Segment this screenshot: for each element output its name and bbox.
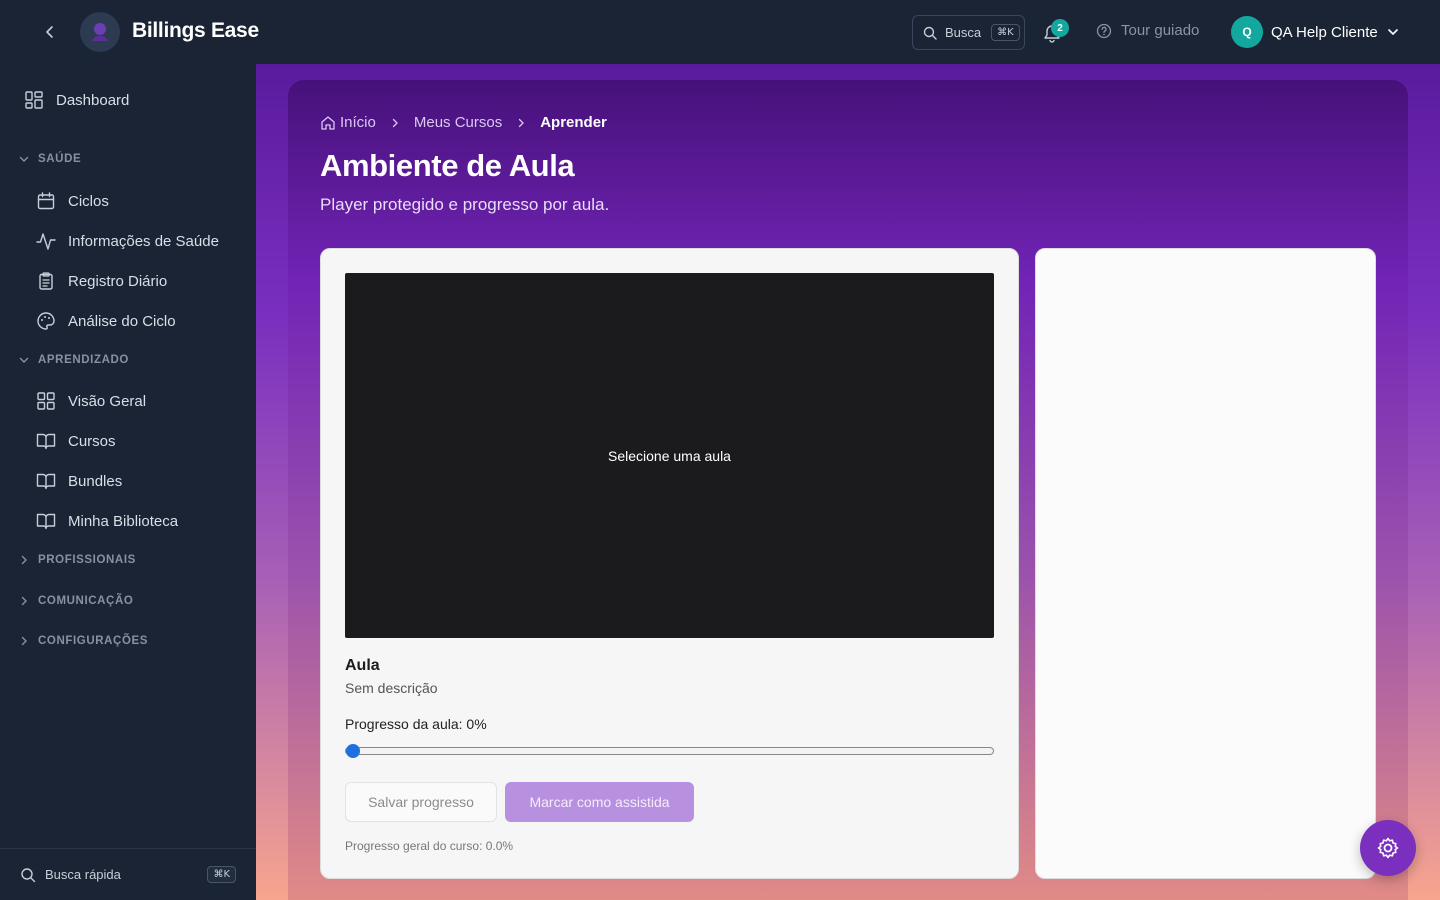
grid-icon bbox=[37, 392, 55, 410]
user-name: QA Help Cliente bbox=[1271, 23, 1378, 41]
book-open-icon bbox=[36, 433, 56, 450]
slider-thumb[interactable] bbox=[346, 744, 360, 758]
gear-icon bbox=[1377, 837, 1399, 859]
sidebar-item-label: Dashboard bbox=[56, 91, 130, 109]
sidebar-item-label: Minha Biblioteca bbox=[68, 512, 179, 530]
help-circle-icon bbox=[1096, 23, 1112, 38]
chevron-down-icon bbox=[19, 357, 29, 363]
chevron-right-icon bbox=[21, 555, 27, 565]
back-button[interactable] bbox=[38, 20, 62, 44]
sidebar-item-label: Ciclos bbox=[68, 192, 109, 210]
search-shortcut: ⌘K bbox=[991, 24, 1020, 41]
sidebar-item-minha-biblioteca[interactable]: Minha Biblioteca bbox=[36, 511, 178, 531]
top-bar: Billings Ease Busca ⌘K 2 Tour guiado Q Q… bbox=[0, 0, 1440, 64]
chevron-right-icon bbox=[389, 117, 401, 129]
course-progress-text: Progresso geral do curso: 0.0% bbox=[345, 839, 514, 853]
book-open-icon bbox=[36, 473, 56, 490]
page-subtitle: Player protegido e progresso por aula. bbox=[320, 195, 610, 214]
search-button[interactable]: Busca ⌘K bbox=[912, 15, 1025, 50]
chevron-down-icon bbox=[19, 156, 29, 162]
avatar: Q bbox=[1231, 16, 1263, 48]
sidebar-item-ciclos[interactable]: Ciclos bbox=[36, 191, 109, 211]
sidebar-item-visao-geral[interactable]: Visão Geral bbox=[36, 391, 146, 411]
search-label: Busca bbox=[945, 25, 982, 40]
search-icon bbox=[923, 26, 937, 40]
quick-search-button[interactable]: Busca rápida ⌘K bbox=[0, 848, 256, 900]
sidebar-item-bundles[interactable]: Bundles bbox=[36, 471, 122, 491]
lesson-progress-label: Progresso da aula: 0% bbox=[345, 716, 487, 732]
video-player[interactable]: Selecione uma aula bbox=[345, 273, 994, 638]
book-open-icon bbox=[36, 513, 56, 530]
sidebar-item-analise-ciclo[interactable]: Análise do Ciclo bbox=[36, 311, 176, 331]
section-label: APRENDIZADO bbox=[38, 354, 129, 366]
main-content: Início Meus Cursos Aprender Ambiente de … bbox=[256, 64, 1440, 900]
section-label: COMUNICAÇÃO bbox=[38, 595, 134, 607]
sidebar-item-informacoes-saude[interactable]: Informações de Saúde bbox=[36, 231, 219, 251]
save-progress-button[interactable]: Salvar progresso bbox=[345, 782, 497, 822]
lesson-title: Aula bbox=[345, 657, 380, 674]
settings-fab[interactable] bbox=[1360, 820, 1416, 876]
section-aprendizado[interactable]: APRENDIZADO bbox=[18, 354, 129, 366]
sidebar-item-dashboard[interactable]: Dashboard bbox=[24, 90, 129, 110]
section-label: CONFIGURAÇÕES bbox=[38, 635, 149, 647]
chevron-right-icon bbox=[21, 636, 27, 646]
clipboard-icon bbox=[39, 272, 53, 290]
chevron-right-icon bbox=[515, 117, 527, 129]
sidebar-item-label: Cursos bbox=[68, 432, 116, 450]
section-comunicacao[interactable]: COMUNICAÇÃO bbox=[18, 595, 133, 607]
section-configuracoes[interactable]: CONFIGURAÇÕES bbox=[18, 635, 148, 647]
palette-icon bbox=[37, 312, 55, 330]
breadcrumb-inicio[interactable]: Início bbox=[340, 114, 376, 131]
video-placeholder: Selecione uma aula bbox=[608, 447, 731, 464]
sidebar-item-label: Registro Diário bbox=[68, 272, 168, 290]
notification-badge: 2 bbox=[1051, 19, 1069, 37]
page-title: Ambiente de Aula bbox=[320, 148, 575, 183]
sidebar-item-label: Informações de Saúde bbox=[68, 232, 219, 250]
hero-panel: Início Meus Cursos Aprender Ambiente de … bbox=[288, 80, 1408, 900]
home-icon bbox=[321, 115, 335, 130]
sidebar-item-registro-diario[interactable]: Registro Diário bbox=[36, 271, 167, 291]
chevron-right-icon bbox=[21, 596, 27, 606]
section-saude[interactable]: SAÚDE bbox=[18, 153, 81, 165]
section-profissionais[interactable]: PROFISSIONAIS bbox=[18, 554, 136, 566]
quick-search-shortcut: ⌘K bbox=[207, 866, 236, 883]
user-menu[interactable]: Q QA Help Cliente bbox=[1231, 16, 1400, 48]
breadcrumb: Início Meus Cursos Aprender bbox=[320, 114, 607, 131]
breadcrumb-meus-cursos[interactable]: Meus Cursos bbox=[414, 114, 502, 131]
section-label: SAÚDE bbox=[38, 153, 82, 165]
mark-watched-button[interactable]: Marcar como assistida bbox=[505, 782, 694, 822]
brand-logo[interactable] bbox=[80, 12, 120, 52]
section-label: PROFISSIONAIS bbox=[38, 554, 136, 566]
chevron-down-icon bbox=[1387, 29, 1398, 35]
sidebar: Dashboard SAÚDE Ciclos Informações de Sa… bbox=[0, 64, 256, 900]
calendar-icon bbox=[37, 192, 55, 210]
sidebar-item-label: Bundles bbox=[68, 472, 123, 490]
lesson-description: Sem descrição bbox=[345, 680, 438, 696]
search-icon bbox=[21, 867, 36, 882]
guided-tour-button[interactable]: Tour guiado bbox=[1096, 22, 1199, 39]
quick-search-label: Busca rápida bbox=[45, 867, 121, 882]
brand-name: Billings Ease bbox=[132, 19, 259, 42]
lesson-progress-slider[interactable] bbox=[345, 744, 994, 758]
activity-icon bbox=[36, 233, 56, 250]
lessons-list-card bbox=[1035, 248, 1376, 879]
dashboard-icon bbox=[25, 91, 43, 109]
tour-label: Tour guiado bbox=[1121, 22, 1200, 39]
logo-icon bbox=[92, 23, 108, 41]
breadcrumb-aprender: Aprender bbox=[540, 114, 607, 131]
sidebar-item-cursos[interactable]: Cursos bbox=[36, 431, 116, 451]
chevron-left-icon bbox=[46, 26, 53, 38]
sidebar-item-label: Visão Geral bbox=[68, 392, 147, 410]
lesson-player-card: Selecione uma aula Aula Sem descrição Pr… bbox=[320, 248, 1019, 879]
sidebar-item-label: Análise do Ciclo bbox=[68, 312, 176, 330]
